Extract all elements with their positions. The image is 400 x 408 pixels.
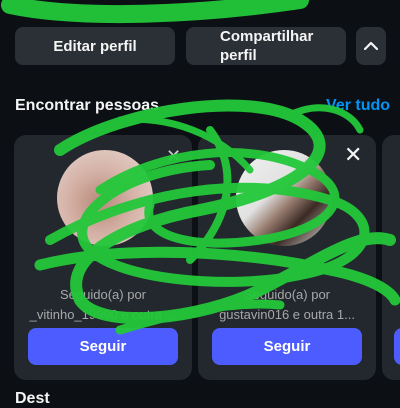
edit-profile-label: Editar perfil xyxy=(53,37,137,55)
follow-button-partial[interactable] xyxy=(394,328,400,365)
share-profile-label-line1: Compartilhar xyxy=(220,28,314,45)
followed-by-line1: Seguido(a) por xyxy=(244,287,330,302)
suggestion-card[interactable]: ✕ Seguido(a) por _vitinho_19990 e outra … xyxy=(14,135,192,380)
followed-by-line2: _vitinho_19990 e outra ... xyxy=(29,307,177,322)
close-icon[interactable]: ✕ xyxy=(344,144,362,166)
suggestion-card[interactable]: ✕ Seguido(a) por gustavin016 e outra 1..… xyxy=(198,135,376,380)
avatar[interactable] xyxy=(57,150,153,246)
avatar[interactable] xyxy=(236,150,332,246)
section-title: Encontrar pessoas xyxy=(15,97,160,114)
share-profile-button[interactable]: Compartilhar perfil xyxy=(186,27,346,65)
followed-by-line2: gustavin016 e outra 1... xyxy=(219,307,355,322)
close-icon[interactable]: ✕ xyxy=(166,145,181,167)
header-remnant xyxy=(0,0,400,20)
highlights-label: Dest xyxy=(15,390,50,407)
card-followed-by: Seguido(a) por gustavin016 e outra 1... xyxy=(208,285,366,325)
followed-by-line1: Seguido(a) por xyxy=(60,287,146,302)
follow-button[interactable]: Seguir xyxy=(28,328,178,365)
chevron-up-icon xyxy=(364,41,378,51)
share-profile-label-line2: perfil xyxy=(220,47,257,64)
expand-suggestions-button[interactable] xyxy=(356,27,386,65)
card-followed-by: Seguido(a) por _vitinho_19990 e outra ..… xyxy=(24,285,182,325)
suggestion-card-partial[interactable] xyxy=(382,135,400,380)
see-all-link[interactable]: Ver tudo xyxy=(326,97,390,115)
follow-button[interactable]: Seguir xyxy=(212,328,362,365)
edit-profile-button[interactable]: Editar perfil xyxy=(15,27,175,65)
